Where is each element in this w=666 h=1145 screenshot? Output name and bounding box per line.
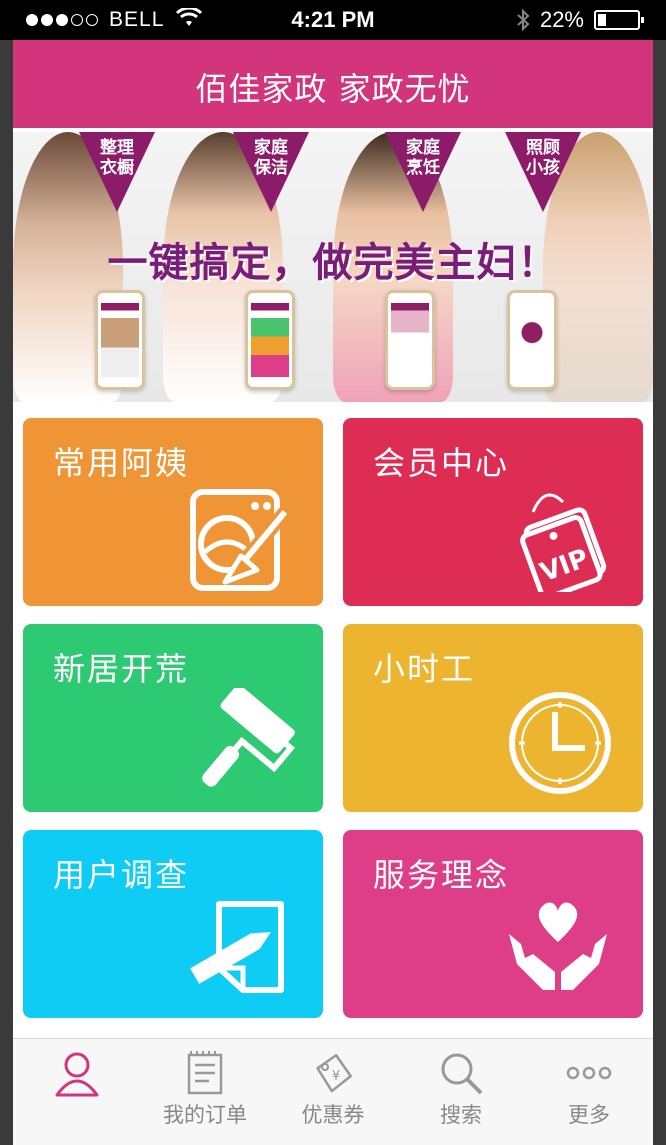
- tile-service-philosophy[interactable]: 服务理念: [343, 830, 643, 1018]
- vip-card-icon: VIP: [520, 493, 607, 592]
- tab-label: 搜索: [440, 1103, 482, 1127]
- washing-machine-icon: [190, 489, 291, 591]
- battery-percent: 22%: [539, 7, 584, 32]
- phone-mockup: [385, 290, 435, 390]
- banner-tag-label: 照顾 小孩: [526, 138, 560, 178]
- banner-tag-label: 家庭 保洁: [254, 138, 288, 178]
- app-screen: 佰佳家政 家政无忧 整理 衣橱 家庭 保洁 家庭 烹饪 照顾 小孩 一键搞定，做完美主妇…: [13, 40, 653, 1145]
- banner-slogan: 一键搞定，做完美主妇！: [107, 240, 559, 286]
- tile-label: 会员中心: [373, 444, 510, 482]
- app-header: 佰佳家政 家政无忧: [13, 40, 653, 128]
- banner-tag-label: 整理 衣橱: [100, 138, 134, 178]
- tab-search[interactable]: 搜索: [397, 1039, 525, 1145]
- tile-member-center[interactable]: 会员中心 VIP: [343, 418, 643, 606]
- survey-pencil-icon: [190, 901, 284, 993]
- battery-icon: [594, 10, 644, 30]
- hands-heart-icon: [509, 902, 607, 990]
- search-icon: [441, 1053, 483, 1095]
- phone-mockup: [95, 290, 145, 390]
- tab-my-orders[interactable]: 我的订单: [141, 1039, 269, 1145]
- tab-bar: 我的订单 ¥ 优惠券 搜索 更多: [13, 1038, 653, 1145]
- tile-label: 用户调查: [53, 856, 190, 894]
- page-title: 佰佳家政 家政无忧: [195, 70, 471, 108]
- tab-label: 我的订单: [163, 1103, 247, 1127]
- tile-new-home-cleaning[interactable]: 新居开荒: [23, 624, 323, 812]
- clock-icon: [509, 692, 611, 794]
- promo-banner[interactable]: 整理 衣橱 家庭 保洁 家庭 烹饪 照顾 小孩 一键搞定，做完美主妇！: [13, 132, 653, 402]
- user-icon: [55, 1052, 99, 1097]
- phone-mockup: [507, 290, 557, 390]
- tab-profile[interactable]: [13, 1039, 141, 1145]
- tab-label: 更多: [568, 1103, 610, 1127]
- status-right: 22%: [516, 7, 644, 33]
- tab-more[interactable]: 更多: [525, 1039, 653, 1145]
- order-list-icon: [187, 1051, 223, 1095]
- bluetooth-icon: [517, 9, 530, 31]
- phone-mockup: [245, 290, 295, 390]
- tile-hourly-worker[interactable]: 小时工: [343, 624, 643, 812]
- more-icon: [566, 1066, 612, 1080]
- tab-label: 优惠券: [301, 1103, 365, 1127]
- tile-user-survey[interactable]: 用户调查: [23, 830, 323, 1018]
- status-bar: BELL 4:21 PM 22%: [0, 0, 666, 40]
- banner-tag-label: 家庭 烹饪: [406, 138, 440, 178]
- tile-label: 常用阿姨: [53, 444, 190, 482]
- svg-text:¥: ¥: [332, 1069, 340, 1084]
- tile-common-aunt[interactable]: 常用阿姨: [23, 418, 323, 606]
- tile-label: 小时工: [373, 650, 476, 688]
- tile-label: 新居开荒: [53, 650, 190, 688]
- tab-coupons[interactable]: ¥ 优惠券: [269, 1039, 397, 1145]
- tile-label: 服务理念: [373, 856, 510, 894]
- paint-roller-icon: [202, 688, 295, 787]
- coupon-icon: ¥: [316, 1054, 352, 1093]
